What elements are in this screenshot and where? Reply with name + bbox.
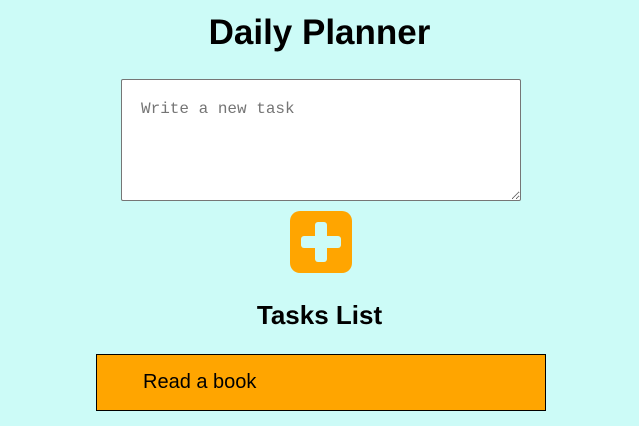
add-task-button[interactable] [290,211,352,273]
new-task-input[interactable] [121,79,521,201]
tasks-list-heading: Tasks List [256,300,383,330]
page-title: Daily Planner [208,13,431,52]
task-item[interactable]: Read a book [96,354,546,411]
task-item-label: Read a book [143,371,257,393]
task-list: Read a book [96,354,546,411]
daily-planner-page: Daily Planner Tasks List Read a book [0,0,639,426]
